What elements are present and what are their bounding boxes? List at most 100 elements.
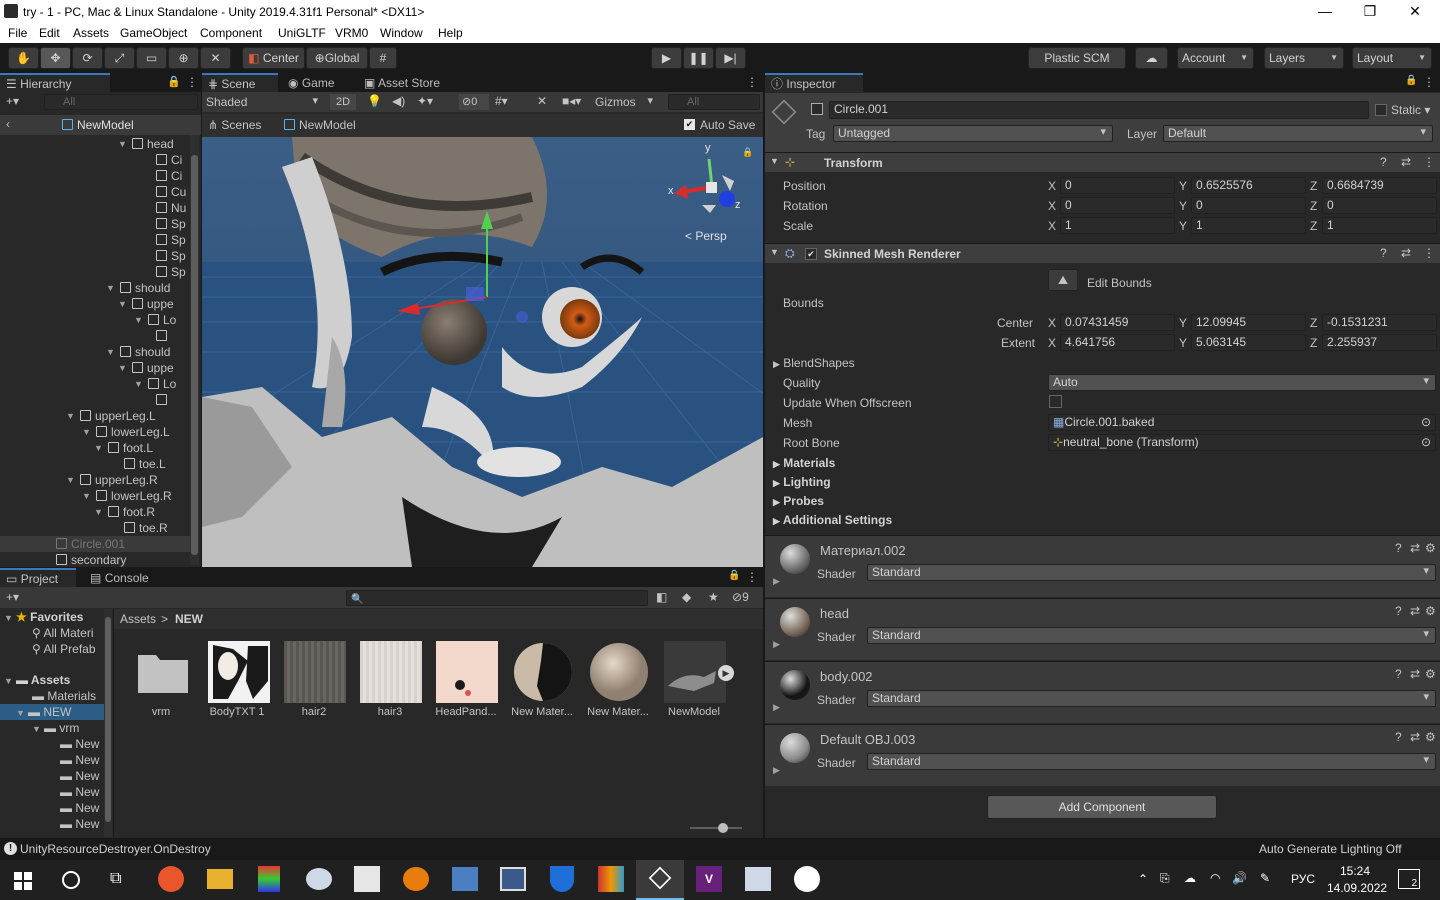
folder-vrm[interactable]: ▼ ▬ vrm [32, 720, 79, 736]
asset-new-material-1[interactable] [512, 641, 574, 703]
menu-component[interactable]: Component [200, 26, 262, 40]
axis-label[interactable]: X [1048, 179, 1056, 193]
tab-asset-store[interactable]: ▣ Asset Store [364, 74, 440, 93]
menu-window[interactable]: Window [380, 26, 423, 40]
tab-project[interactable]: ▭ Project [0, 568, 76, 588]
visual-studio-icon[interactable]: V [696, 866, 722, 892]
menu-assets[interactable]: Assets [73, 26, 109, 40]
rotate-tool-button[interactable]: ⟳ [72, 47, 103, 69]
asset-vrm-folder[interactable] [132, 641, 194, 703]
axis-label[interactable]: Y [1179, 179, 1187, 193]
scene-more-icon[interactable]: ⋮ [746, 75, 758, 89]
tag-dropdown[interactable]: Untagged [833, 125, 1113, 142]
folder-new-2[interactable]: ▬ New [60, 752, 99, 768]
blender-icon[interactable] [403, 867, 429, 891]
scale-tool-button[interactable]: ⤢ [104, 47, 135, 69]
blendshapes-foldout[interactable]: ▶ BlendShapes [773, 356, 855, 370]
help-icon[interactable]: ? [1380, 246, 1387, 260]
hierarchy-item[interactable]: Nu [0, 200, 190, 216]
axis-label[interactable]: Y [1179, 199, 1187, 213]
project-search[interactable]: 🔍 [346, 590, 648, 606]
expand-prefab-button[interactable]: ▶ [718, 665, 734, 681]
hierarchy-item[interactable]: ▼ upperLeg.L [0, 408, 190, 424]
axis-label[interactable]: Y [1179, 336, 1187, 350]
materials-foldout[interactable]: ▶ Materials [773, 456, 835, 470]
preset-icon[interactable]: ⇄ [1410, 541, 1420, 555]
probes-foldout[interactable]: ▶ Probes [773, 494, 824, 508]
zoom-slider[interactable] [690, 823, 742, 833]
asset-new-material-2[interactable] [588, 641, 650, 703]
active-checkbox[interactable] [811, 103, 823, 115]
inspector-lock-icon[interactable]: 🔒 [1405, 75, 1417, 86]
utility-app-icon[interactable] [452, 867, 478, 891]
smr-enabled-checkbox[interactable]: ✔ [805, 248, 817, 260]
scale-z-field[interactable]: 1 [1322, 217, 1437, 234]
hierarchy-item[interactable]: ▼ should [0, 344, 190, 360]
hierarchy-item[interactable] [0, 328, 190, 344]
tab-inspector[interactable]: ⓘ Inspector [765, 73, 863, 93]
snap-grid-button[interactable]: # [369, 47, 397, 69]
axis-label[interactable]: X [1048, 219, 1056, 233]
hand-tool-button[interactable]: ✋ [8, 47, 39, 69]
rect-tool-button[interactable]: ▭ [136, 47, 167, 69]
object-picker-icon[interactable]: ⊙ [1421, 415, 1431, 430]
back-arrow-icon[interactable]: ‹ [6, 117, 10, 131]
fav-all-prefabs[interactable]: ⚲ All Prefab [32, 641, 96, 657]
smr-header[interactable]: ▼ ⛭ ✔ Skinned Mesh Renderer ? ⇄ ⋮ [765, 243, 1440, 263]
material-foldout-icon[interactable]: ▶ [773, 576, 780, 587]
firefox-icon[interactable] [158, 866, 184, 892]
hierarchy-item[interactable]: ▼ lowerLeg.R [0, 488, 190, 504]
winrar-icon[interactable] [598, 866, 624, 892]
tab-scene[interactable]: ⋕ Scene [202, 73, 278, 93]
shader-dropdown[interactable]: Standard [867, 690, 1436, 707]
video-editor-icon[interactable] [500, 867, 526, 891]
account-dropdown[interactable]: Account [1177, 47, 1254, 69]
hierarchy-item[interactable]: ▼ head [0, 136, 190, 152]
position-x-field[interactable]: 0 [1060, 177, 1175, 194]
grid-toggle-icon[interactable]: #▾ [495, 94, 508, 108]
hierarchy-item[interactable]: Sp [0, 264, 190, 280]
rotation-x-field[interactable]: 0 [1060, 197, 1175, 214]
axis-label[interactable]: Z [1310, 199, 1317, 213]
cloud-icon[interactable]: ☁ [1135, 47, 1168, 69]
scene-viewport[interactable]: y x z 🔒 < Persp [202, 137, 763, 567]
hierarchy-item[interactable]: Ci [0, 152, 190, 168]
hierarchy-item[interactable]: ▼ lowerLeg.L [0, 424, 190, 440]
move-tool-button[interactable]: ✥ [40, 47, 71, 69]
tab-game[interactable]: ◉ Game [288, 74, 335, 93]
help-icon[interactable]: ? [1395, 541, 1402, 555]
audio-icon[interactable]: ◀) [392, 94, 405, 108]
static-checkbox[interactable] [1375, 104, 1387, 116]
hierarchy-item[interactable]: ▼ uppe [0, 360, 190, 376]
gear-icon[interactable]: ⚙ [1425, 730, 1436, 744]
hierarchy-item[interactable]: ▼ foot.L [0, 440, 190, 456]
asset-bodytxt[interactable] [208, 641, 270, 703]
menu-vrm0[interactable]: VRM0 [335, 26, 368, 40]
crumb-new[interactable]: NEW [175, 612, 203, 626]
material-foldout-icon[interactable]: ▶ [773, 765, 780, 776]
2d-toggle[interactable]: 2D [330, 94, 356, 110]
onedrive-icon[interactable]: ☁ [1184, 871, 1196, 885]
menu-file[interactable]: File [8, 26, 27, 40]
hierarchy-item[interactable] [0, 392, 190, 408]
effects-icon[interactable]: ✦▾ [417, 94, 433, 108]
hierarchy-search[interactable]: All [44, 94, 198, 110]
bounds-center-y-field[interactable]: 12.09945 [1191, 314, 1306, 331]
shader-dropdown[interactable]: Standard [867, 564, 1436, 581]
clock-time[interactable]: 15:24 [1340, 864, 1370, 878]
light-icon[interactable]: 💡 [367, 94, 382, 108]
quality-dropdown[interactable]: Auto [1048, 374, 1436, 391]
task-view-icon[interactable]: ⧉ [110, 870, 121, 888]
transform-tool-button[interactable]: ⊕ [168, 47, 199, 69]
hierarchy-item[interactable]: toe.L [0, 456, 190, 472]
notification-icon[interactable]: 2 [1398, 869, 1420, 889]
material-foldout-icon[interactable]: ▶ [773, 702, 780, 713]
project-more-icon[interactable]: ⋮ [746, 570, 758, 584]
crumb-scenes[interactable]: ⋔ Scenes [208, 118, 261, 132]
gear-icon[interactable]: ⚙ [1425, 667, 1436, 681]
hierarchy-item[interactable]: ▼ foot.R [0, 504, 190, 520]
help-icon[interactable]: ? [1395, 667, 1402, 681]
plastic-scm-button[interactable]: Plastic SCM [1028, 47, 1126, 69]
vpn-shield-icon[interactable] [550, 866, 574, 892]
axis-label[interactable]: Z [1310, 219, 1317, 233]
